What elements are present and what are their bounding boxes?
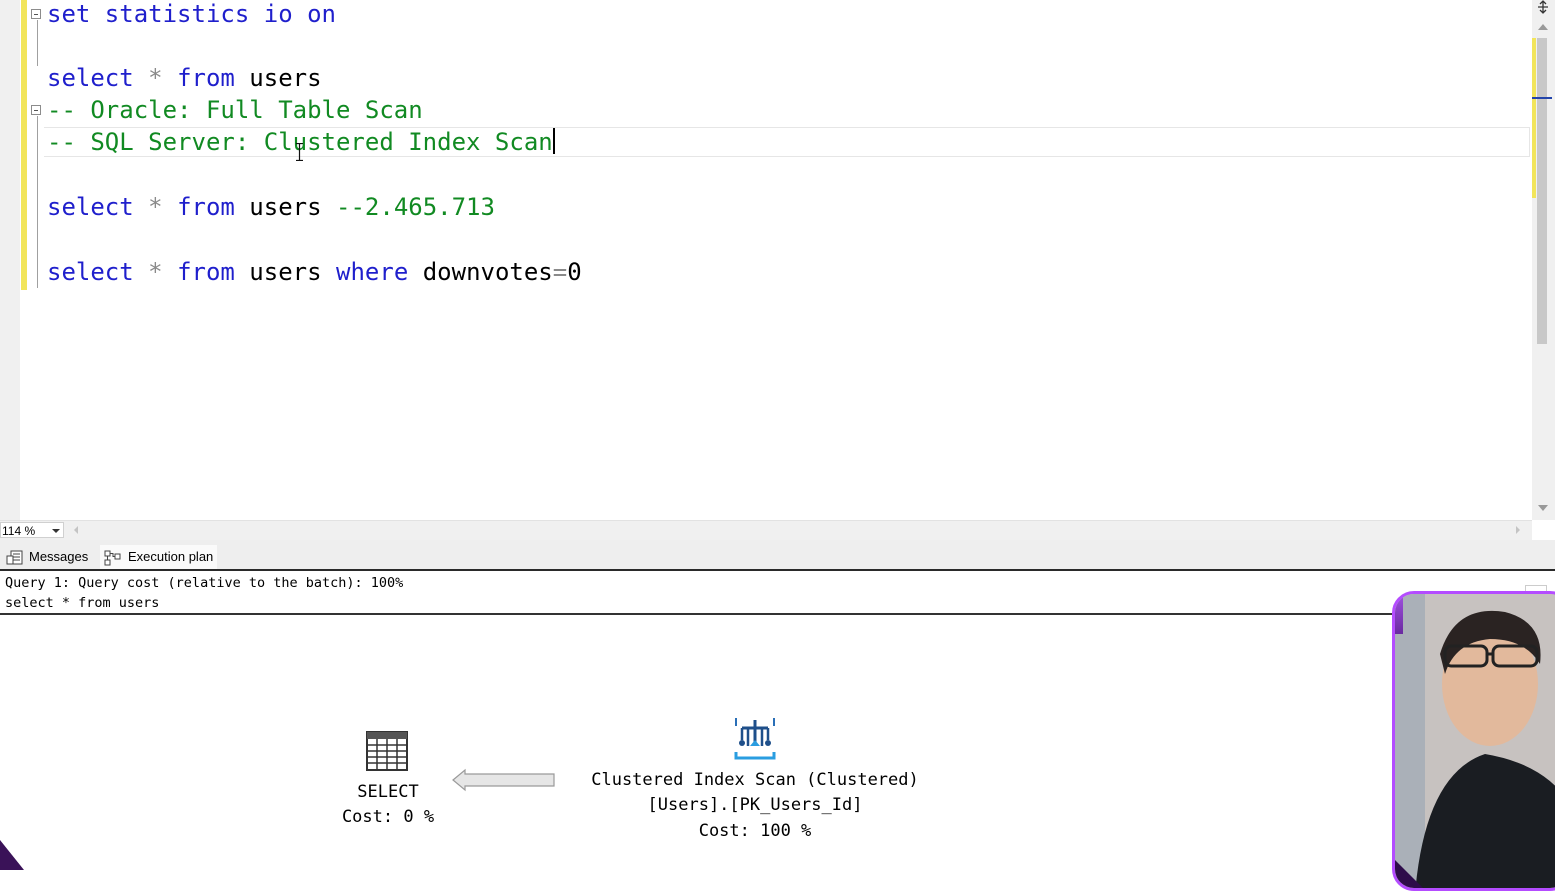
scroll-up-arrow-icon[interactable] xyxy=(1538,24,1548,30)
split-window-icon[interactable] xyxy=(1535,0,1551,16)
query-cost-header: Query 1: Query cost (relative to the bat… xyxy=(5,575,404,591)
collapse-region-icon[interactable] xyxy=(31,105,41,115)
scan-node-name: Clustered Index Scan (Clustered) xyxy=(591,770,919,790)
select-node-name: SELECT xyxy=(357,782,419,802)
change-tracking-bar xyxy=(21,0,27,290)
code-line-7[interactable]: select * from users --2.465.713 xyxy=(47,191,495,223)
fold-guide xyxy=(37,20,38,66)
overlay-accent xyxy=(1395,594,1403,634)
messages-icon xyxy=(6,550,23,565)
select-node-cost: Cost: 0 % xyxy=(341,807,435,827)
i-beam-cursor-icon xyxy=(296,143,303,161)
tab-execution-plan-label: Execution plan xyxy=(128,549,214,564)
code-token: set statistics io on xyxy=(47,0,336,28)
tab-messages[interactable]: Messages xyxy=(6,545,88,569)
editor-vertical-scrollbar[interactable] xyxy=(1532,0,1555,520)
identifier-token: users xyxy=(234,258,337,286)
code-line-4[interactable]: -- Oracle: Full Table Scan xyxy=(47,94,423,126)
tab-execution-plan[interactable]: Execution plan xyxy=(100,545,218,569)
keyword-token: select xyxy=(47,258,134,286)
frame-accent xyxy=(0,840,24,870)
identifier-token: users xyxy=(234,193,337,221)
chevron-down-icon xyxy=(52,529,60,533)
scan-node-cost: Cost: 100 % xyxy=(698,821,812,841)
query-editor[interactable]: set statistics io on select * from users… xyxy=(0,0,1532,520)
comment-token: --2.465.713 xyxy=(336,193,495,221)
data-flow-arrow xyxy=(452,768,555,792)
operator-token: * xyxy=(133,64,178,92)
fold-guide xyxy=(37,116,38,288)
query-statement-text: select * from users xyxy=(5,595,160,611)
comment-token: -- Oracle: Full Table Scan xyxy=(47,96,423,124)
keyword-token: from xyxy=(177,258,235,286)
keyword-token: from xyxy=(177,64,235,92)
zoom-and-horizontal-scroll-bar: 114 % xyxy=(0,520,1532,540)
scan-node-object: [Users].[PK_Users_Id] xyxy=(647,795,863,815)
select-operator-icon[interactable] xyxy=(365,730,409,772)
keyword-token: select xyxy=(47,64,134,92)
zoom-level-dropdown[interactable]: 114 % xyxy=(0,522,64,538)
operator-token: * xyxy=(133,193,178,221)
change-marker xyxy=(1532,38,1536,198)
keyword-token: from xyxy=(177,193,235,221)
identifier-token: users xyxy=(234,64,322,92)
scroll-down-arrow-icon[interactable] xyxy=(1538,505,1548,511)
keyword-token: select xyxy=(47,193,134,221)
text-caret xyxy=(552,128,555,154)
webcam-overlay xyxy=(1392,591,1555,891)
scroll-right-arrow-icon[interactable] xyxy=(1516,526,1520,534)
operator-token: * xyxy=(133,258,178,286)
operator-token: = xyxy=(552,258,568,286)
editor-gutter xyxy=(0,0,20,520)
clustered-index-scan-icon[interactable] xyxy=(732,716,778,762)
caret-position-marker xyxy=(1532,97,1552,99)
scroll-left-arrow-icon[interactable] xyxy=(74,526,78,534)
collapse-region-icon[interactable] xyxy=(31,9,41,19)
results-tab-bar: Messages Execution plan xyxy=(0,540,1555,571)
presenter-video xyxy=(1395,594,1555,888)
plan-header-divider xyxy=(0,613,1395,615)
identifier-token: downvotes xyxy=(408,258,553,286)
execution-plan-icon xyxy=(104,550,121,566)
code-line-3[interactable]: select * from users xyxy=(47,62,322,94)
keyword-token: where xyxy=(336,258,409,286)
code-line-9[interactable]: select * from users where downvotes=0 xyxy=(47,256,582,288)
code-line-1[interactable]: set statistics io on xyxy=(47,0,336,30)
tab-messages-label: Messages xyxy=(29,549,89,564)
scrollbar-thumb[interactable] xyxy=(1537,38,1547,344)
zoom-level-value: 114 % xyxy=(2,524,36,538)
literal-token: 0 xyxy=(567,258,582,286)
